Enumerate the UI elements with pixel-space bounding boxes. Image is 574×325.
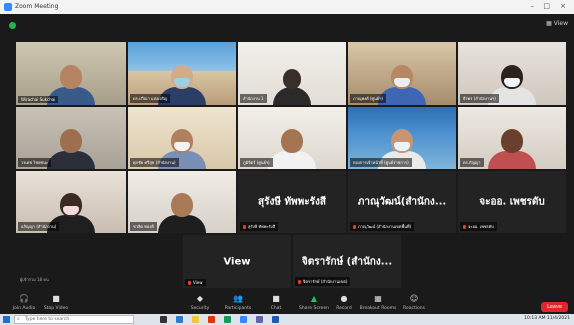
participant-name: ดร.ปวีณา แสงเจริญ [130, 94, 171, 103]
participant-name: View [185, 279, 206, 286]
participant-name-text: จะออ. เพชรดับ [468, 224, 494, 229]
participant-tile[interactable]: สำนักงาน 1 [238, 42, 346, 105]
shield-icon: ◆ [196, 294, 204, 303]
participant-tile[interactable]: วรเดช ไชยชนะ [16, 107, 126, 169]
view-button[interactable]: ▦ View [546, 20, 568, 27]
participants-icon: 👥 [233, 294, 243, 303]
participant-tile[interactable]: สุรังษี ทัพพะรังสี สุรังษี ทัพพะรังสี [238, 171, 346, 233]
chat-icon: ■ [272, 294, 280, 303]
chat-label: Chat [270, 306, 282, 311]
chat-button[interactable]: ■ Chat [256, 294, 296, 311]
participant-tile[interactable]: กองการเจ้าหน้าที่ (ศูนย์ราชการ) [348, 107, 456, 169]
participant-name: อภิญญา (สำนักงาน) [18, 222, 60, 231]
participant-tile[interactable]: ภาณุวัฒน์(สำนักง... ภาณุวัฒน์ (สำนักงานเ… [348, 171, 456, 233]
meeting-controls-bar: 🎧 Join Audio ■ Stop Video ◆ Security 👥 Parti… [0, 292, 574, 314]
minimize-button[interactable]: – [531, 2, 535, 10]
participant-name-text: View [193, 280, 203, 285]
breakout-rooms-label: Breakout Rooms [359, 306, 397, 311]
participant-display-name: ภาณุวัฒน์(สำนักง... [357, 196, 447, 208]
participant-name: ภาณุวัฒน์ (สำนักงานเขตพื้นที่) [350, 222, 415, 231]
zoom-taskbar-icon[interactable] [240, 316, 247, 323]
participant-display-name: จิตรารักษ์ (สำนักง... [301, 256, 393, 267]
reactions-button[interactable]: ☺ Reactions [394, 294, 434, 311]
participant-tile[interactable]: จิตรารักษ์ (สำนักง... จิตรารักษ์ (สำนักง… [293, 235, 401, 288]
join-audio-label: Join Audio [12, 306, 36, 311]
muted-mic-icon [463, 225, 466, 229]
participant-name: ภูมิจิตร์ (ศูนย์ฯ) [240, 158, 273, 167]
participant-tile[interactable]: ดร.กัญญา [458, 107, 566, 169]
participant-name-text: ภาณุวัฒน์ (สำนักงานเขตพื้นที่) [358, 224, 412, 229]
participant-tile[interactable]: ดร.ปวีณา แสงเจริญ [128, 42, 236, 105]
stop-video-button[interactable]: ■ Stop Video [36, 294, 76, 311]
clock-time: 10:13 AM [524, 316, 546, 321]
system-tray-clock[interactable]: 10:13 AM 11/4/2021 [524, 316, 570, 321]
muted-mic-icon [353, 225, 356, 229]
participant-display-name: View [223, 256, 251, 267]
video-camera-icon: ■ [52, 294, 60, 303]
participant-name: ชวลิต ทองดี [130, 222, 157, 231]
edge-icon[interactable] [176, 316, 183, 323]
participant-name: Wirachai Sukchai [18, 96, 59, 103]
meeting-top-bar: ▦ View [0, 14, 574, 36]
participant-display-name: จะออ. เพชรดับ [479, 196, 545, 208]
taskbar-search-input[interactable]: ⌕ Type here to search [14, 315, 134, 324]
participant-name-text: สุรังษี ทัพพะรังสี [248, 224, 276, 229]
reactions-icon: ☺ [409, 294, 419, 303]
security-label: Security [190, 306, 210, 311]
record-label: Record [336, 306, 352, 311]
participant-tile[interactable]: ธีรพร (สำนักงานฯ) [458, 42, 566, 105]
participant-tile[interactable]: ศุภชัย ศรีสุข (สำนักงาน) [128, 107, 236, 169]
search-icon: ⌕ [17, 316, 20, 322]
maximize-button[interactable]: □ [543, 2, 550, 10]
participant-tile[interactable]: ภูมิจิตร์ (ศูนย์ฯ) [238, 107, 346, 169]
security-button[interactable]: ◆ Security [180, 294, 220, 311]
window-title: Zoom Meeting [15, 3, 59, 10]
word-icon[interactable] [272, 316, 279, 323]
participant-tile[interactable]: จะออ. เพชรดับ จะออ. เพชรดับ [458, 171, 566, 233]
chrome-icon[interactable] [224, 316, 231, 323]
participant-name: ภาณุพงศ์ (ศูนย์ฯ) [350, 94, 386, 103]
participant-name: สำนักงาน 1 [240, 94, 267, 103]
participant-name: ธีรพร (สำนักงานฯ) [460, 94, 499, 103]
window-title-bar: Zoom Meeting – □ × [0, 0, 574, 14]
participant-count-label: ผู้เข้าร่วม 18 คน [20, 277, 49, 282]
search-placeholder: Type here to search [25, 317, 70, 322]
participant-tile[interactable]: View View [183, 235, 291, 288]
leave-button[interactable]: Leave [541, 302, 568, 312]
participant-name-text: จิตรารักษ์ (สำนักงานเขต) [303, 279, 348, 284]
muted-mic-icon [298, 280, 301, 284]
participants-label: Participants [224, 306, 252, 311]
windows-taskbar: ⌕ Type here to search 10:13 AM 11/4/2021 [0, 314, 574, 325]
participant-name: จะออ. เพชรดับ [460, 222, 497, 231]
breakout-rooms-icon: ▦ [374, 294, 382, 303]
participant-tile[interactable]: Wirachai Sukchai [16, 42, 126, 105]
stop-video-label: Stop Video [43, 306, 69, 311]
participant-name: วรเดช ไชยชนะ [18, 158, 52, 167]
muted-mic-icon [243, 225, 246, 229]
windows-start-icon[interactable] [3, 316, 10, 323]
clock-date: 11/4/2021 [546, 316, 570, 321]
office-icon[interactable] [208, 316, 215, 323]
reactions-label: Reactions [403, 306, 425, 311]
file-explorer-icon[interactable] [192, 316, 199, 323]
encryption-shield-icon[interactable] [9, 22, 16, 29]
participant-display-name: สุรังษี ทัพพะรังสี [258, 196, 326, 208]
participant-tile[interactable]: ชวลิต ทองดี [128, 171, 236, 233]
participant-name: สุรังษี ทัพพะรังสี [240, 222, 279, 231]
participant-name: ศุภชัย ศรีสุข (สำนักงาน) [130, 158, 179, 167]
zoom-app-icon [4, 3, 12, 11]
participant-tile[interactable]: ภาณุพงศ์ (ศูนย์ฯ) [348, 42, 456, 105]
task-view-icon[interactable] [160, 316, 167, 323]
participants-button[interactable]: 👥 Participants [218, 294, 258, 311]
participant-tile[interactable]: อภิญญา (สำนักงาน) [16, 171, 126, 233]
teams-icon[interactable] [256, 316, 263, 323]
participant-name: ดร.กัญญา [460, 158, 484, 167]
breakout-rooms-button[interactable]: ▦ Breakout Rooms [358, 294, 398, 311]
participant-name: จิตรารักษ์ (สำนักงานเขต) [295, 277, 351, 286]
muted-mic-icon [188, 281, 191, 285]
participant-name: กองการเจ้าหน้าที่ (ศูนย์ราชการ) [350, 158, 412, 167]
view-button-label: View [553, 20, 568, 27]
video-grid: Wirachai Sukchai ดร.ปวีณา แสงเจริญ สำนัก… [10, 40, 566, 288]
close-button[interactable]: × [560, 2, 566, 10]
